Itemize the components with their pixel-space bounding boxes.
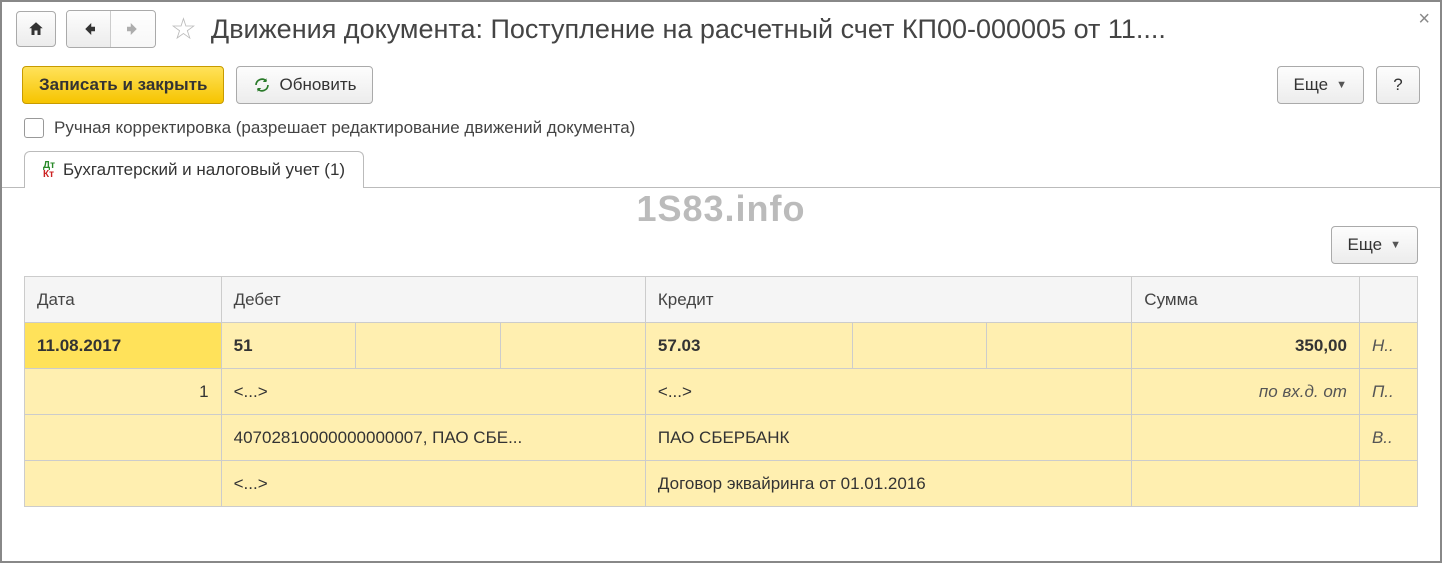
posting-row-sub2[interactable]: 40702810000000000007, ПАО СБЕ... ПАО СБЕ… [25,415,1418,461]
manual-edit-checkbox[interactable] [24,118,44,138]
tab-content: 1S83.info Еще ▼ Дата Дебет Кредит Сумма [2,188,1440,507]
refresh-button[interactable]: Обновить [236,66,373,104]
cell-empty2[interactable] [25,461,222,507]
th-credit[interactable]: Кредит [645,277,1131,323]
cell-sum4[interactable] [1132,461,1360,507]
cell-credit-account[interactable]: 57.03 [645,323,852,369]
more-label: Еще [1294,75,1329,95]
sub-toolbar: Еще ▼ [24,204,1418,276]
tab-accounting[interactable]: ДтКт Бухгалтерский и налоговый учет (1) [24,151,364,188]
help-label: ? [1393,75,1402,95]
th-debit[interactable]: Дебет [221,277,645,323]
tabs-row: ДтКт Бухгалтерский и налоговый учет (1) [2,150,1440,188]
close-button[interactable]: × [1418,8,1430,31]
postings-table: Дата Дебет Кредит Сумма 11.08.2017 51 57… [24,276,1418,507]
cell-debit-sub3[interactable]: <...> [221,461,645,507]
home-icon [27,20,45,38]
th-sum[interactable]: Сумма [1132,277,1360,323]
manual-edit-label: Ручная корректировка (разрешает редактир… [54,118,635,138]
more-button[interactable]: Еще ▼ [1277,66,1364,104]
main-toolbar: Записать и закрыть Обновить Еще ▼ ? [2,60,1440,114]
cell-credit-sub2[interactable]: ПАО СБЕРБАНК [645,415,1131,461]
cell-note4[interactable] [1359,461,1417,507]
cell-debit-account[interactable]: 51 [221,323,356,369]
cell-date[interactable]: 11.08.2017 [25,323,222,369]
cell-sum[interactable]: 350,00 [1132,323,1360,369]
help-button[interactable]: ? [1376,66,1420,104]
cell-debit-q2[interactable] [501,323,646,369]
cell-sum3[interactable] [1132,415,1360,461]
arrow-left-icon [80,20,98,38]
favorite-star-icon[interactable]: ☆ [170,12,197,47]
cell-debit-q1[interactable] [356,323,501,369]
home-button[interactable] [16,11,56,47]
cell-credit-sub3[interactable]: Договор эквайринга от 01.01.2016 [645,461,1131,507]
dtkt-icon: ДтКт [43,161,55,179]
forward-button[interactable] [111,11,155,47]
refresh-label: Обновить [279,75,356,95]
save-close-label: Записать и закрыть [39,75,207,95]
sub-more-label: Еще [1348,235,1383,255]
posting-row-main[interactable]: 11.08.2017 51 57.03 350,00 Н.. [25,323,1418,369]
caret-down-icon: ▼ [1390,239,1401,251]
caret-down-icon: ▼ [1336,79,1347,91]
back-button[interactable] [67,11,111,47]
posting-row-sub1[interactable]: 1 <...> <...> по вх.д. от П.. [25,369,1418,415]
cell-empty[interactable] [25,415,222,461]
sub-more-button[interactable]: Еще ▼ [1331,226,1418,264]
manual-edit-row: Ручная корректировка (разрешает редактир… [2,114,1440,150]
cell-credit-q1[interactable] [852,323,987,369]
cell-credit-q2[interactable] [987,323,1132,369]
th-note[interactable] [1359,277,1417,323]
cell-seq[interactable]: 1 [25,369,222,415]
th-date[interactable]: Дата [25,277,222,323]
cell-note3[interactable]: В.. [1359,415,1417,461]
app-window: ☆ Движения документа: Поступление на рас… [0,0,1442,563]
table-header-row: Дата Дебет Кредит Сумма [25,277,1418,323]
cell-debit-sub1[interactable]: <...> [221,369,645,415]
cell-sum-note[interactable]: по вх.д. от [1132,369,1360,415]
arrow-right-icon [124,20,142,38]
cell-note[interactable]: Н.. [1359,323,1417,369]
posting-row-sub3[interactable]: <...> Договор эквайринга от 01.01.2016 [25,461,1418,507]
cell-credit-sub1[interactable]: <...> [645,369,1131,415]
cell-note2[interactable]: П.. [1359,369,1417,415]
cell-debit-sub2[interactable]: 40702810000000000007, ПАО СБЕ... [221,415,645,461]
tab-label: Бухгалтерский и налоговый учет (1) [63,160,345,180]
nav-group [16,10,156,48]
save-close-button[interactable]: Записать и закрыть [22,66,224,104]
nav-arrows [66,10,156,48]
page-title: Движения документа: Поступление на расче… [211,14,1426,45]
titlebar: ☆ Движения документа: Поступление на рас… [2,2,1440,60]
refresh-icon [253,76,271,94]
